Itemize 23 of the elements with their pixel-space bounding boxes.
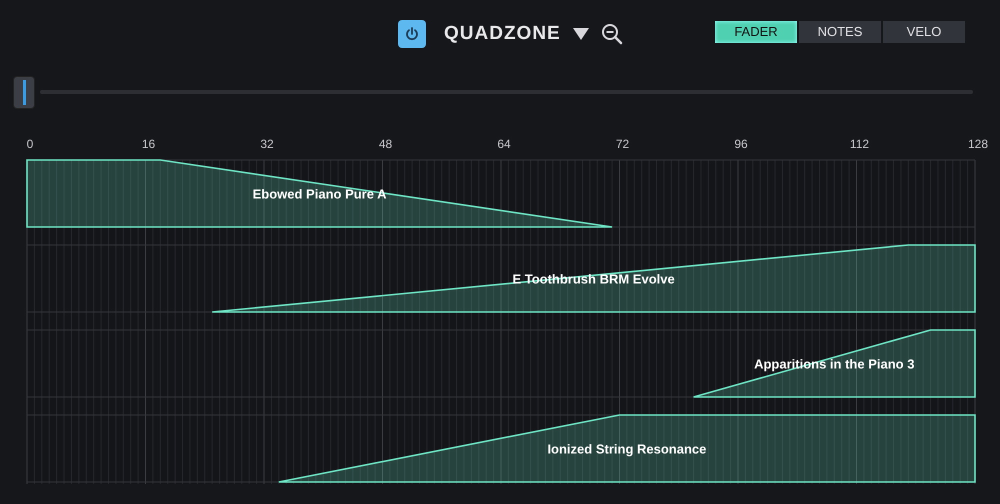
tick-label: 32 xyxy=(260,137,274,151)
power-icon xyxy=(404,26,420,42)
tick-label: 0 xyxy=(26,137,34,151)
zoom-out-icon[interactable] xyxy=(600,23,623,46)
power-button[interactable] xyxy=(398,20,426,48)
fader-handle[interactable] xyxy=(13,76,35,109)
mode-tab[interactable]: FADER xyxy=(715,21,797,43)
zone-shape[interactable] xyxy=(278,414,976,483)
tick-label: 64 xyxy=(497,137,511,151)
zone-label: Ionized String Resonance xyxy=(547,442,706,456)
mode-tab[interactable]: NOTES xyxy=(799,21,881,43)
dropdown-caret-icon[interactable] xyxy=(572,28,589,40)
zone-shape[interactable] xyxy=(211,244,976,313)
tick-label: 112 xyxy=(850,137,870,151)
zone-shape[interactable] xyxy=(26,159,613,228)
tick-label: 72 xyxy=(616,137,630,151)
mode-tab[interactable]: VELO xyxy=(883,21,965,43)
tick-label: 48 xyxy=(378,137,392,151)
tick-label: 16 xyxy=(142,137,156,151)
zone-shape[interactable] xyxy=(692,329,976,398)
tick-label: 96 xyxy=(734,137,748,151)
tick-label: 128 xyxy=(968,137,988,151)
preset-title: QUADZONE xyxy=(444,22,561,46)
